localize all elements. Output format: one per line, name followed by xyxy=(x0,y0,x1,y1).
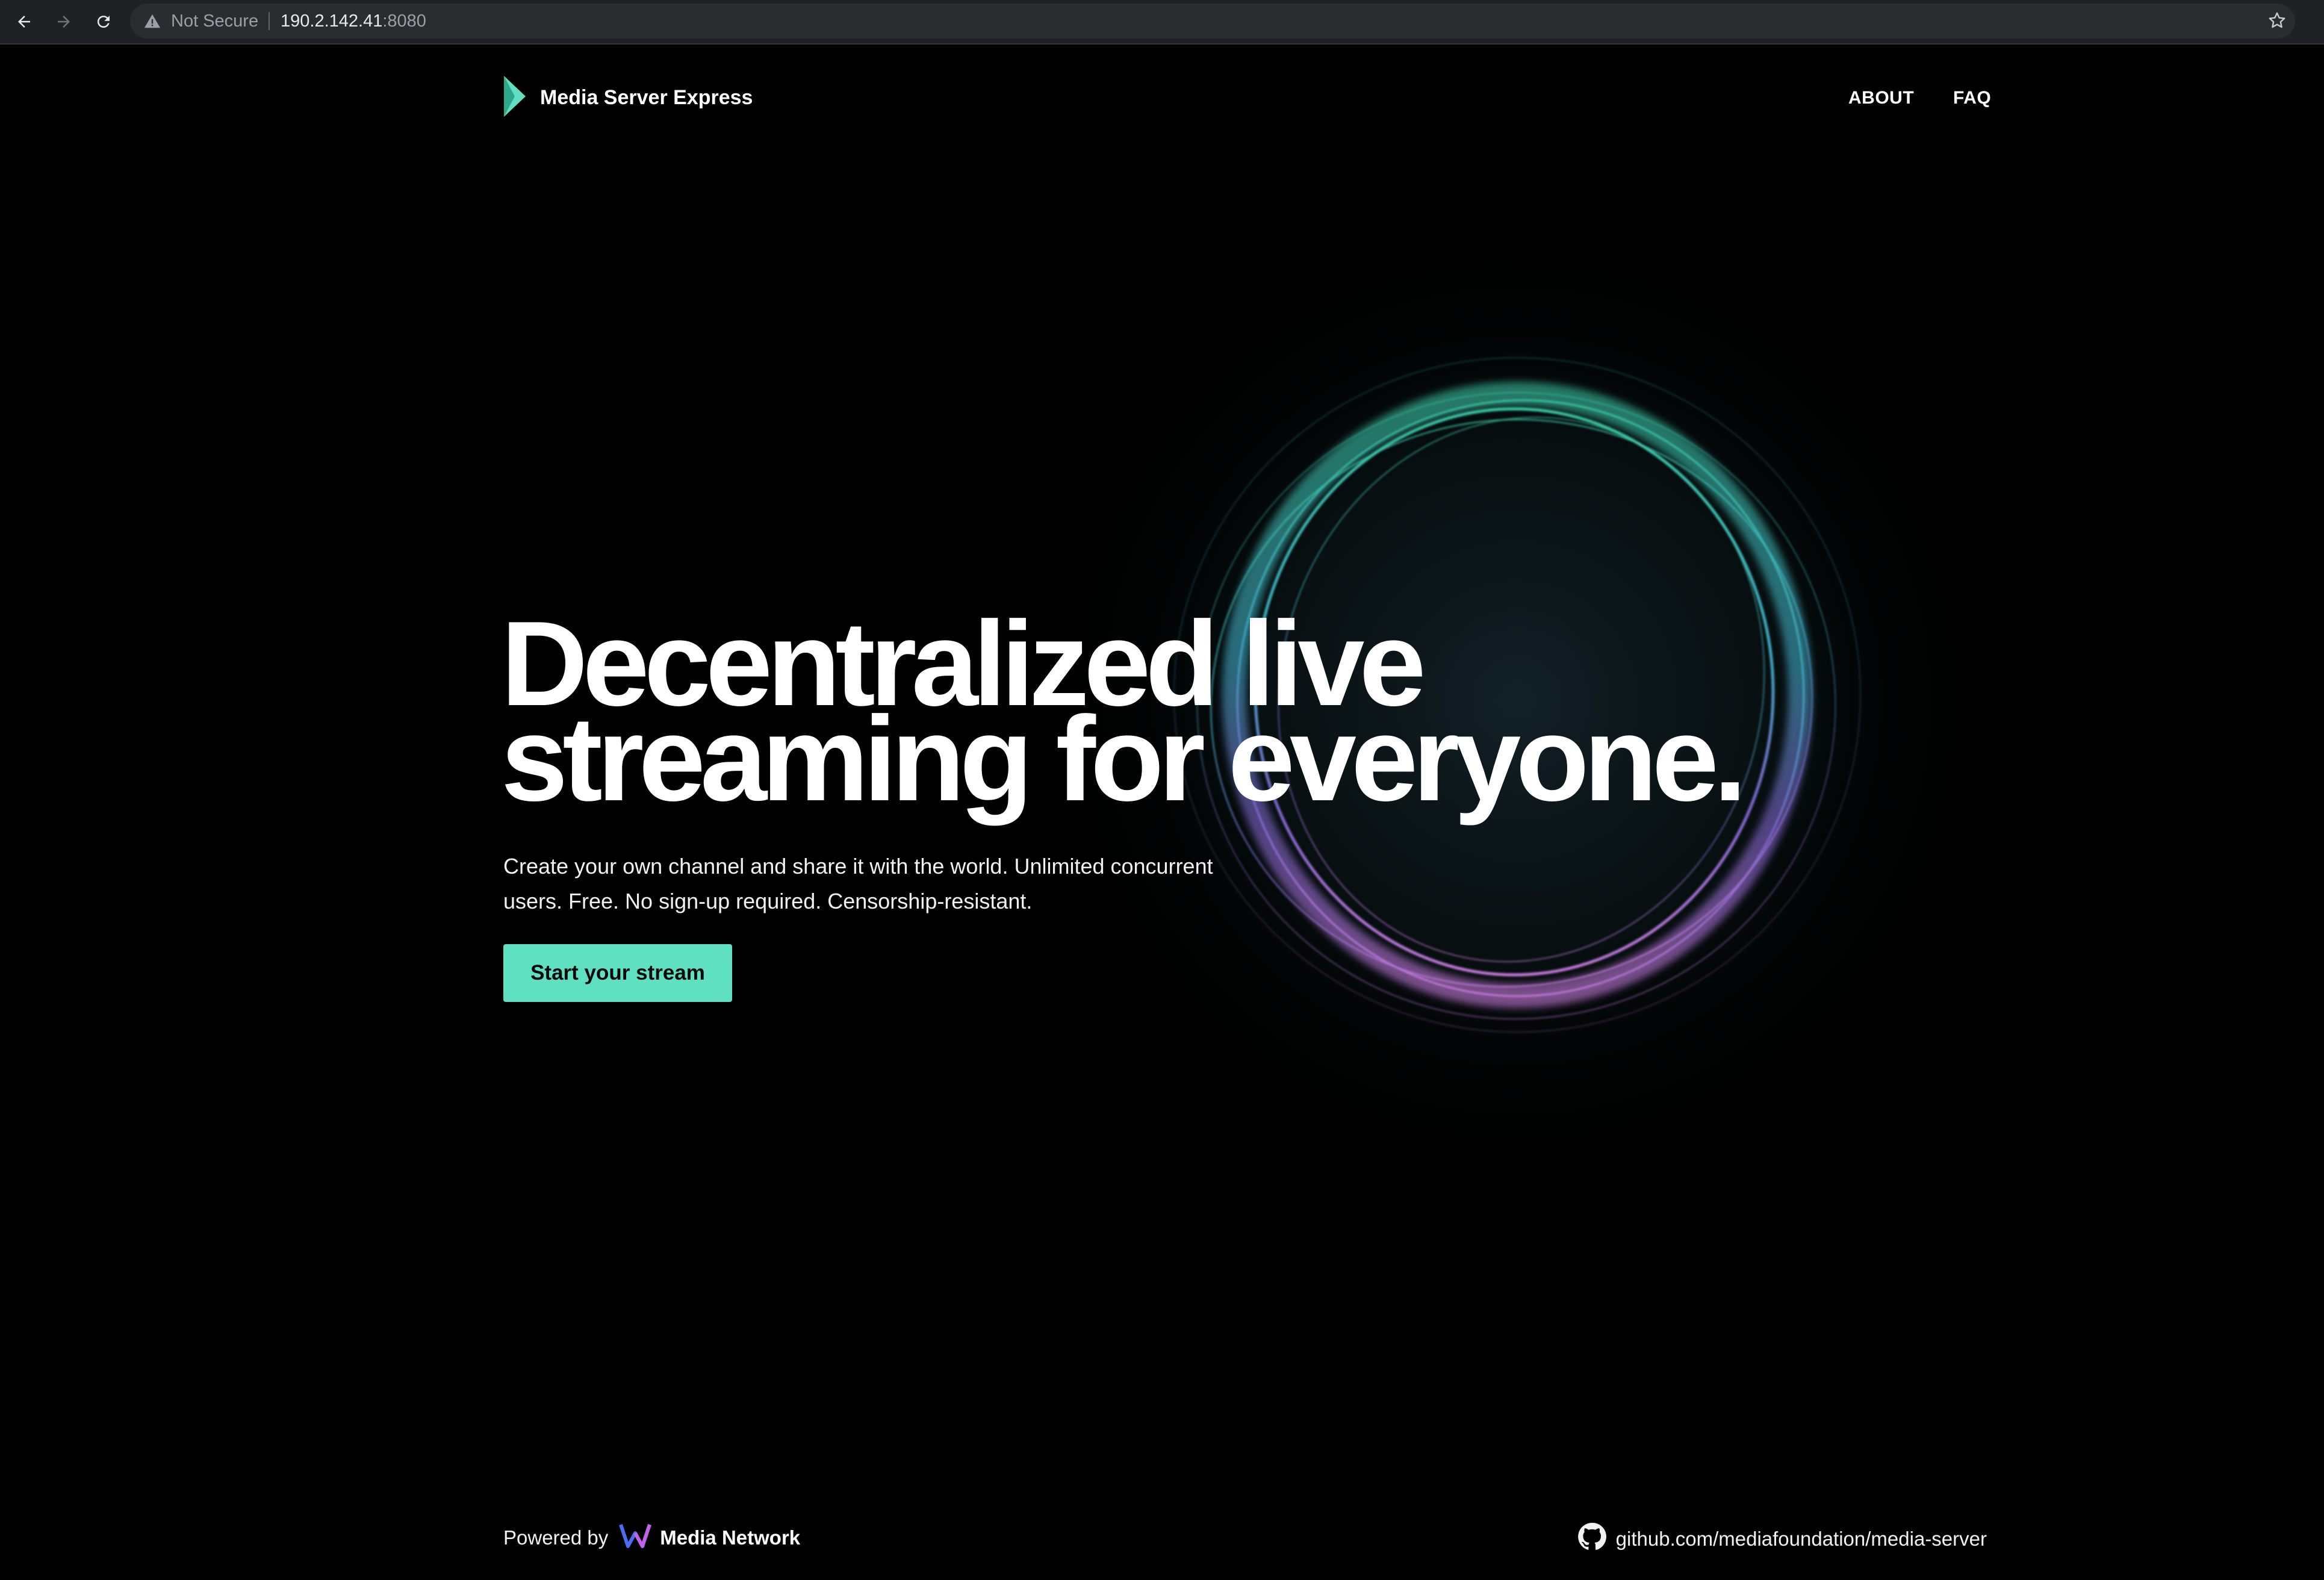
page: Media Server Express ABOUT FAQ Decentral… xyxy=(0,45,2324,1580)
security-label[interactable]: Not Secure xyxy=(171,11,258,31)
address-bar[interactable]: Not Secure 190.2.142.41:8080 xyxy=(130,4,2295,39)
warning-icon xyxy=(143,12,161,33)
powered-by-label: Powered by xyxy=(503,1526,609,1549)
star-icon[interactable] xyxy=(2267,11,2287,33)
github-url: github.com/mediafoundation/media-server xyxy=(1615,1528,1987,1550)
browser-toolbar: Not Secure 190.2.142.41:8080 xyxy=(0,0,2324,45)
github-icon xyxy=(1577,1522,1606,1556)
github-link[interactable]: github.com/mediafoundation/media-server xyxy=(1577,1522,1987,1556)
nav-faq-link[interactable]: FAQ xyxy=(1953,88,1991,108)
omnibox-divider xyxy=(269,12,270,30)
start-stream-button[interactable]: Start your stream xyxy=(503,944,732,1002)
brand-name: Media Server Express xyxy=(540,86,753,109)
reload-icon[interactable] xyxy=(88,6,119,37)
brand-logo-icon xyxy=(503,75,527,121)
hero-subtitle: Create your own channel and share it wit… xyxy=(503,854,1213,913)
hero-title: Decentralized live streaming for everyon… xyxy=(501,604,1825,826)
brand-logo[interactable]: Media Server Express xyxy=(503,75,753,121)
url-host: 190.2.142.41 xyxy=(281,11,383,31)
back-arrow-icon[interactable] xyxy=(8,6,40,37)
nav-about-link[interactable]: ABOUT xyxy=(1848,88,1914,108)
url-port: :8080 xyxy=(382,11,426,31)
media-network-link[interactable]: Media Network xyxy=(660,1526,800,1549)
forward-arrow-icon[interactable] xyxy=(48,6,79,37)
hero-title-line-2: streaming for everyone. xyxy=(501,692,1747,826)
media-network-logo-icon[interactable] xyxy=(619,1522,652,1554)
powered-by: Powered by Media Network xyxy=(503,1522,800,1554)
url-text[interactable]: 190.2.142.41:8080 xyxy=(281,11,426,31)
